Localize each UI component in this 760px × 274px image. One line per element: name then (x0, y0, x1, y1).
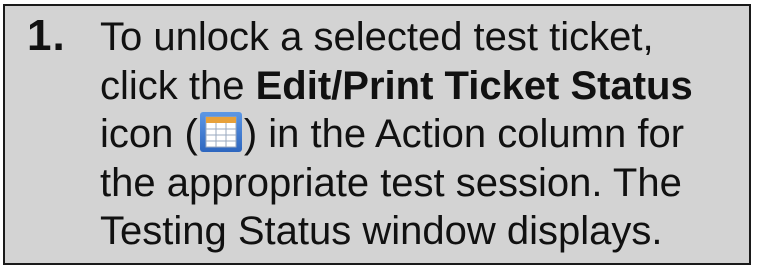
instruction-text: ) in the Action column for (243, 112, 685, 156)
edit-print-ticket-status-label: Edit/Print Ticket Status (255, 63, 693, 108)
instruction-line-4: the appropriate test session. The (100, 160, 682, 205)
step-instruction: To unlock a selected test ticket, click … (100, 13, 750, 256)
step-number: 1. (27, 11, 66, 60)
instruction-text: icon ( (100, 112, 198, 156)
table-grid-icon (199, 111, 243, 153)
instruction-line-1: To unlock a selected test ticket, (100, 15, 654, 59)
instruction-text: click the (100, 63, 256, 108)
instruction-callout: 1. To unlock a selected test ticket, cli… (3, 4, 751, 265)
instruction-line-2: click the Edit/Print Ticket Status (100, 62, 750, 111)
instruction-line-5: Testing Status window displays. (100, 209, 663, 253)
instruction-line-3: icon ( ) in the Action column for (100, 110, 750, 159)
